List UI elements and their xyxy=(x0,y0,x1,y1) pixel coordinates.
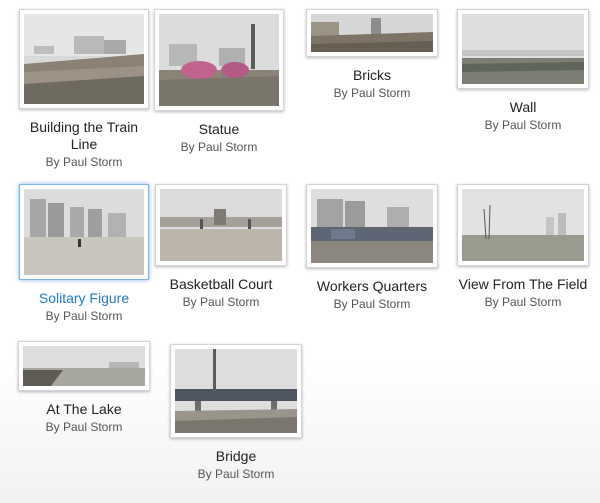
photo-byline: By Paul Storm xyxy=(180,140,258,154)
photo-title[interactable]: Wall xyxy=(453,99,593,116)
thumbnail-frame[interactable] xyxy=(18,341,150,391)
photo-bridge xyxy=(175,349,297,433)
photo-title[interactable]: Bricks xyxy=(302,67,442,84)
photo-title[interactable]: Statue xyxy=(149,121,289,138)
photo-gallery: Building the Train Line By Paul Storm St… xyxy=(0,0,600,503)
photo-workers-quarters xyxy=(311,189,433,263)
thumbnail-frame[interactable] xyxy=(306,9,438,57)
photo-title[interactable]: Workers Quarters xyxy=(302,278,442,295)
gallery-item-view-from-the-field[interactable]: View From The Field By Paul Storm xyxy=(453,184,593,310)
photo-byline: By Paul Storm xyxy=(484,118,562,132)
thumbnail-frame[interactable] xyxy=(457,9,589,89)
photo-statue xyxy=(159,14,279,106)
thumbnail-frame[interactable] xyxy=(19,9,149,109)
photo-bricks xyxy=(311,14,433,52)
photo-byline: By Paul Storm xyxy=(45,309,123,323)
photo-byline: By Paul Storm xyxy=(45,420,123,434)
photo-wall xyxy=(462,14,584,84)
photo-byline: By Paul Storm xyxy=(333,86,411,100)
photo-title[interactable]: Solitary Figure xyxy=(14,290,154,307)
photo-byline: By Paul Storm xyxy=(45,155,123,169)
thumbnail-frame[interactable] xyxy=(19,184,149,280)
gallery-item-bricks[interactable]: Bricks By Paul Storm xyxy=(302,9,442,101)
thumbnail-frame[interactable] xyxy=(154,9,284,111)
gallery-item-basketball-court[interactable]: Basketball Court By Paul Storm xyxy=(151,184,291,310)
photo-basketball-court xyxy=(160,189,282,261)
thumbnail-frame[interactable] xyxy=(155,184,287,266)
photo-title[interactable]: Building the Train Line xyxy=(14,119,154,153)
thumbnail-frame[interactable] xyxy=(170,344,302,438)
photo-title[interactable]: Bridge xyxy=(166,448,306,465)
photo-title[interactable]: Basketball Court xyxy=(151,276,291,293)
photo-byline: By Paul Storm xyxy=(484,295,562,309)
photo-title[interactable]: View From The Field xyxy=(453,276,593,293)
photo-byline: By Paul Storm xyxy=(333,297,411,311)
thumbnail-frame[interactable] xyxy=(306,184,438,268)
photo-byline: By Paul Storm xyxy=(182,295,260,309)
gallery-item-building-the-train-line[interactable]: Building the Train Line By Paul Storm xyxy=(14,9,154,170)
gallery-item-solitary-figure[interactable]: Solitary Figure By Paul Storm xyxy=(14,184,154,324)
gallery-item-at-the-lake[interactable]: At The Lake By Paul Storm xyxy=(14,341,154,435)
photo-at-the-lake xyxy=(23,346,145,386)
gallery-item-wall[interactable]: Wall By Paul Storm xyxy=(453,9,593,133)
photo-byline: By Paul Storm xyxy=(197,467,275,481)
photo-solitary-figure xyxy=(24,189,144,275)
photo-view-from-the-field xyxy=(462,189,584,261)
gallery-item-statue[interactable]: Statue By Paul Storm xyxy=(149,9,289,155)
thumbnail-frame[interactable] xyxy=(457,184,589,266)
gallery-item-bridge[interactable]: Bridge By Paul Storm xyxy=(166,344,306,482)
gallery-item-workers-quarters[interactable]: Workers Quarters By Paul Storm xyxy=(302,184,442,312)
photo-building-the-train-line xyxy=(24,14,144,104)
photo-title[interactable]: At The Lake xyxy=(14,401,154,418)
